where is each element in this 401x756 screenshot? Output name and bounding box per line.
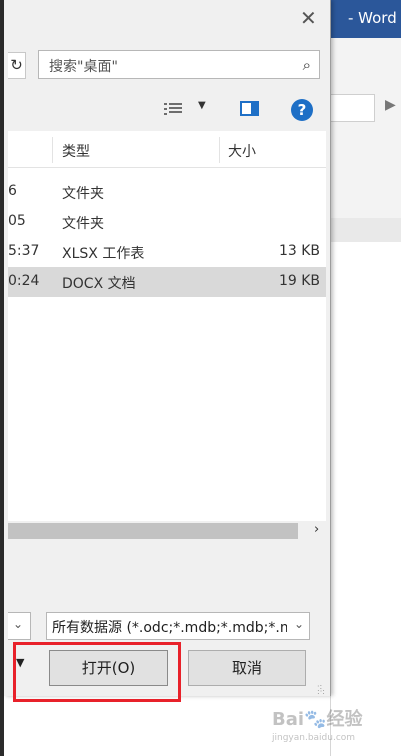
cancel-button[interactable]: 取消 xyxy=(188,650,306,686)
scrollbar-thumb[interactable] xyxy=(8,523,298,539)
file-type: XLSX 工作表 xyxy=(62,246,145,262)
open-file-dialog: ✕ ↻ 搜索"桌面" ⌕ ▼ ? 类型 大小 6 文件夹 05 文件夹 5:37 xyxy=(4,0,331,696)
search-placeholder: 搜索"桌面" xyxy=(49,59,118,75)
word-input-box[interactable] xyxy=(330,94,375,122)
file-row[interactable]: 05 文件夹 xyxy=(8,207,326,237)
file-time: 05 xyxy=(8,213,26,229)
file-type-select[interactable]: 所有数据源 (*.odc;*.mdb;*.mdb;*.mc ⌄ xyxy=(46,612,310,640)
file-time: 5:37 xyxy=(8,243,40,259)
search-icon[interactable]: ⌕ xyxy=(303,56,311,74)
file-time: 0:24 xyxy=(8,273,40,289)
close-icon[interactable]: ✕ xyxy=(300,8,317,28)
word-title: - Word xyxy=(348,9,397,27)
file-type: 文件夹 xyxy=(62,186,104,202)
column-header: 类型 大小 xyxy=(8,131,326,168)
file-size: 19 KB xyxy=(278,273,320,289)
watermark: Bai🐾经验 jingyan.baidu.com xyxy=(272,705,372,745)
file-name-combo[interactable]: ⌄ xyxy=(8,612,31,640)
chevron-down-icon: ⌄ xyxy=(293,617,304,631)
search-input[interactable]: 搜索"桌面" ⌕ xyxy=(38,50,320,79)
view-dropdown-icon[interactable]: ▼ xyxy=(198,100,206,111)
file-type-value: 所有数据源 (*.odc;*.mdb;*.mdb;*.mc xyxy=(52,620,287,636)
chevron-down-icon: ⌄ xyxy=(13,617,24,631)
file-row-selected[interactable]: 0:24 DOCX 文档 19 KB xyxy=(8,267,326,297)
highlight-annotation xyxy=(13,642,181,702)
watermark-sub: jingyan.baidu.com xyxy=(272,733,356,743)
file-type: DOCX 文档 xyxy=(62,276,136,292)
column-separator[interactable] xyxy=(219,137,220,163)
scroll-right-icon[interactable]: › xyxy=(314,522,319,537)
file-size: 13 KB xyxy=(278,243,320,259)
column-separator[interactable] xyxy=(52,137,53,163)
word-ribbon xyxy=(330,38,401,219)
column-size[interactable]: 大小 xyxy=(228,141,256,161)
refresh-icon: ↻ xyxy=(10,56,23,74)
resize-grip-icon[interactable]: ·::·: xyxy=(317,683,329,696)
horizontal-scrollbar[interactable]: › xyxy=(8,521,326,541)
view-options-icon[interactable] xyxy=(164,101,182,117)
word-arrow-icon[interactable]: ▶ xyxy=(385,97,396,113)
preview-pane-icon[interactable] xyxy=(240,101,259,116)
column-type[interactable]: 类型 xyxy=(62,141,90,161)
help-icon[interactable]: ? xyxy=(291,99,313,121)
file-row[interactable]: 6 文件夹 xyxy=(8,177,326,207)
file-type: 文件夹 xyxy=(62,216,104,232)
file-time: 6 xyxy=(8,183,17,199)
file-list[interactable]: 类型 大小 6 文件夹 05 文件夹 5:37 XLSX 工作表 13 KB 0… xyxy=(8,131,326,541)
file-row[interactable]: 5:37 XLSX 工作表 13 KB xyxy=(8,237,326,267)
word-ruler-strip xyxy=(330,218,401,242)
watermark-text: Bai🐾经验 xyxy=(272,709,363,730)
refresh-button[interactable]: ↻ xyxy=(8,52,26,79)
